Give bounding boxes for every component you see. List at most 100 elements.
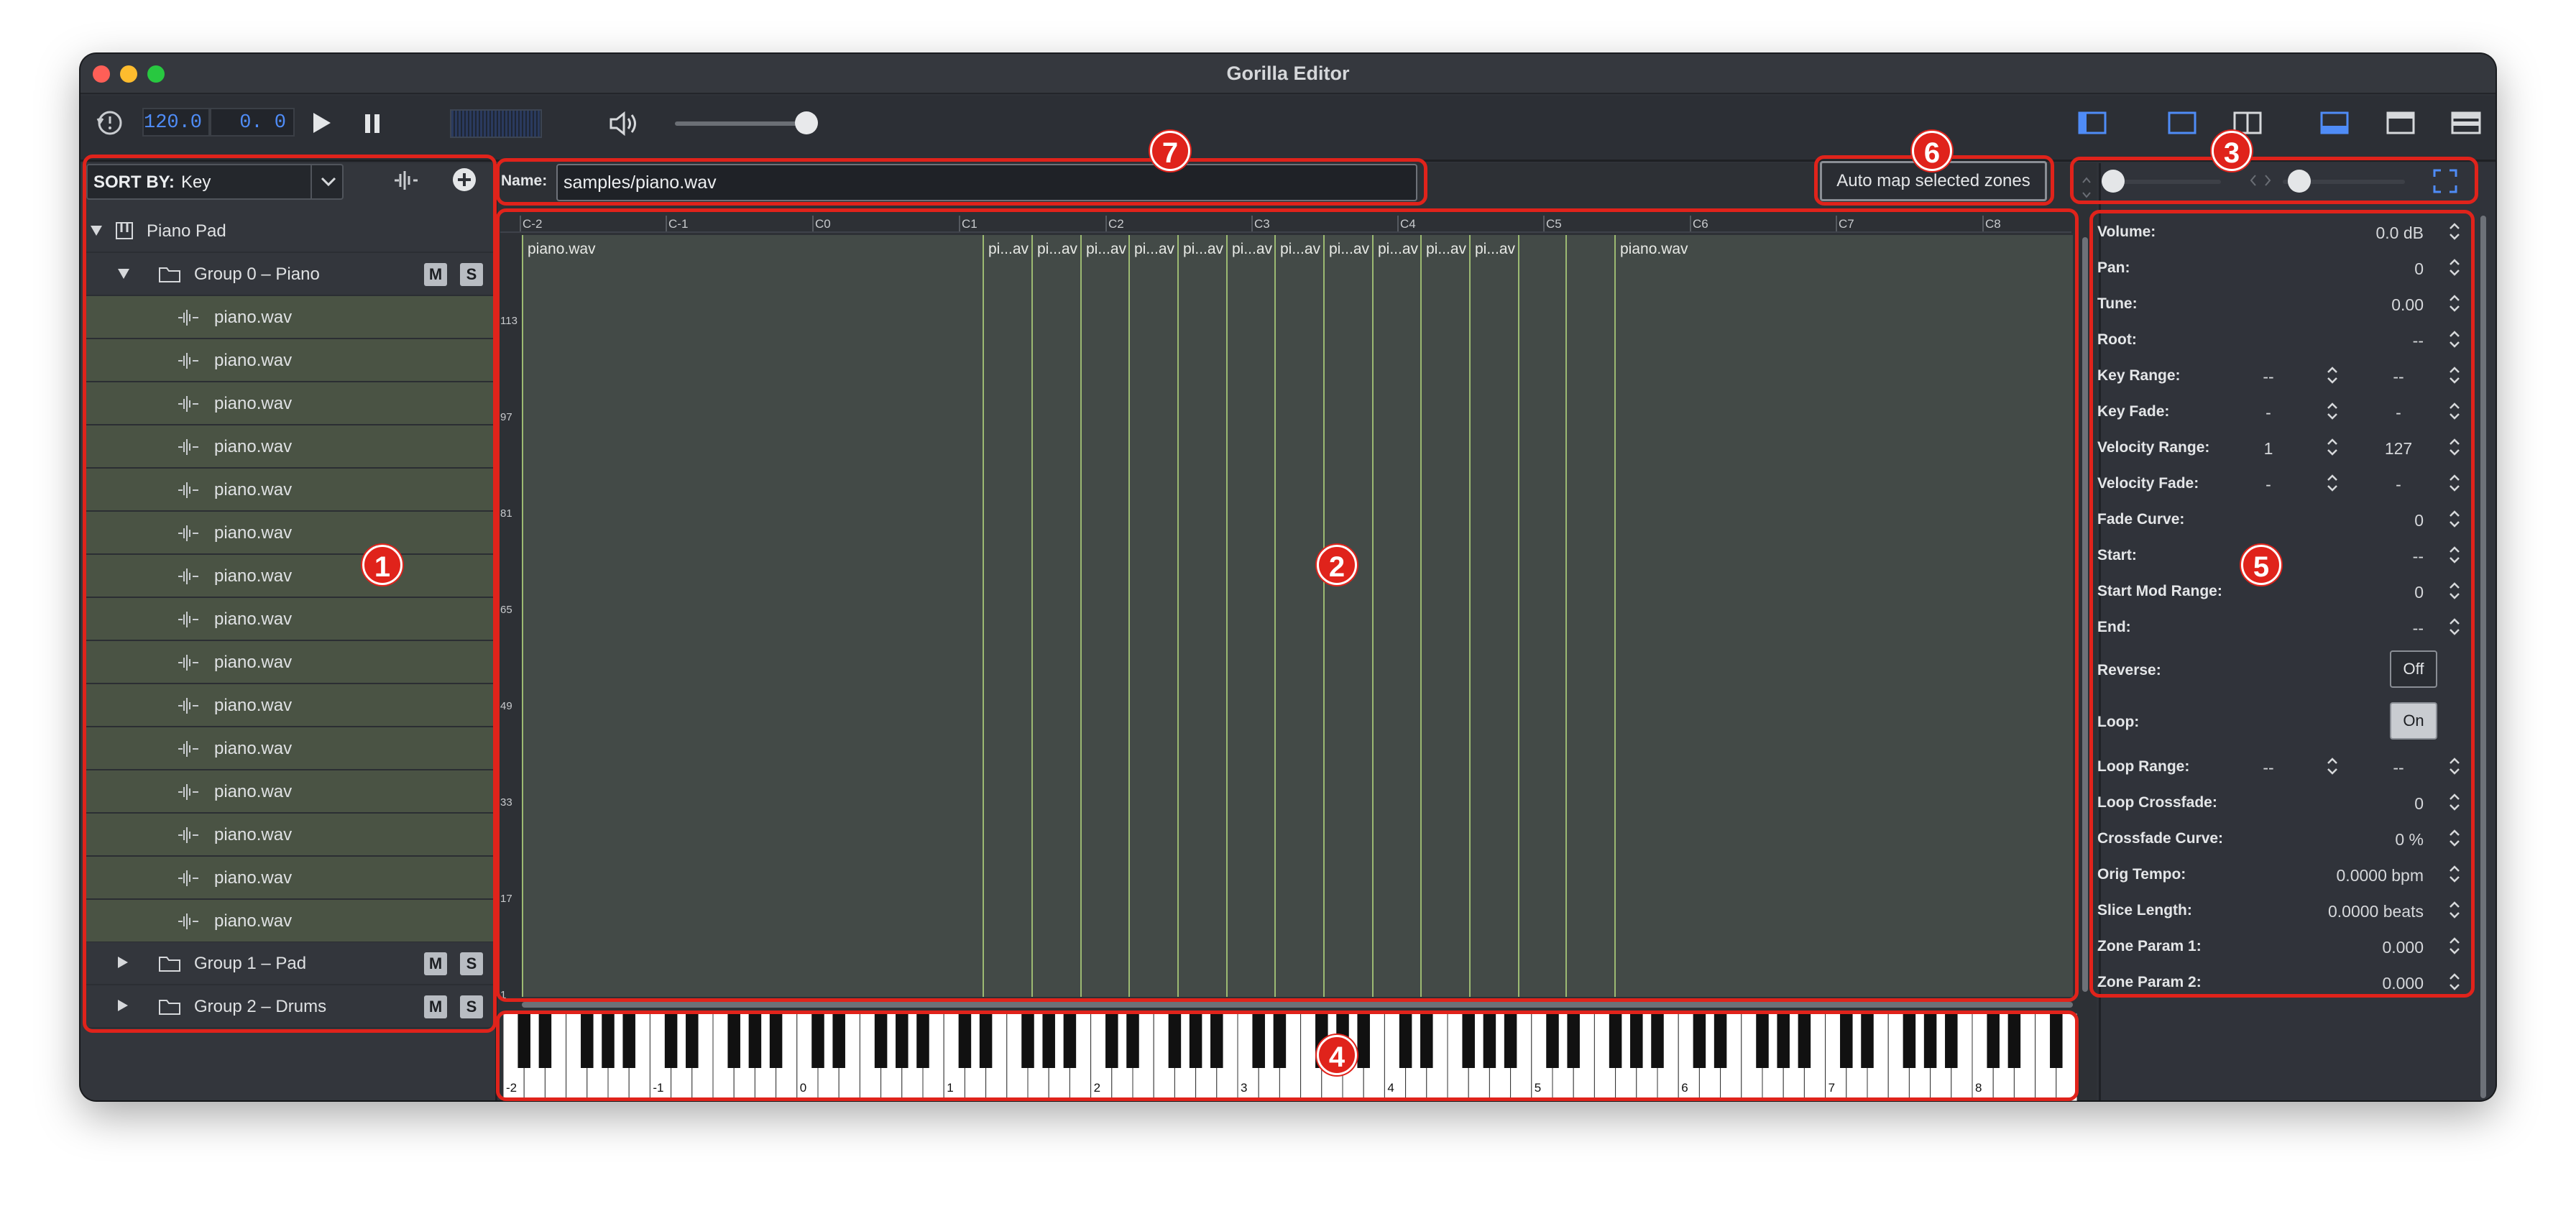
vertical-zoom-thumb[interactable] — [2102, 170, 2125, 193]
stepper-icon[interactable] — [2448, 580, 2461, 602]
stepper-icon[interactable] — [2448, 755, 2461, 777]
zone[interactable]: pi...av — [1226, 235, 1274, 997]
black-key[interactable] — [1567, 1013, 1580, 1068]
disclosure-closed-icon[interactable] — [116, 955, 129, 973]
stepper-icon[interactable] — [2448, 863, 2461, 885]
stepper-icon[interactable] — [2448, 257, 2461, 278]
volume-slider-thumb[interactable] — [795, 111, 818, 134]
black-key[interactable] — [664, 1013, 678, 1068]
prop-value-start-mod-range[interactable]: 0 — [2300, 583, 2424, 602]
black-key[interactable] — [1630, 1013, 1643, 1068]
stacked-view-icon[interactable] — [2451, 111, 2481, 138]
black-key[interactable] — [1105, 1013, 1118, 1068]
mute-button[interactable]: M — [424, 263, 447, 286]
zone[interactable]: pi...av — [1031, 235, 1080, 997]
prop-value-max[interactable]: -- — [2365, 367, 2432, 387]
black-key[interactable] — [1462, 1013, 1475, 1068]
black-key[interactable] — [1693, 1013, 1706, 1068]
black-key[interactable] — [1840, 1013, 1853, 1068]
black-key[interactable] — [916, 1013, 929, 1068]
history-icon[interactable] — [96, 109, 124, 141]
black-key[interactable] — [1945, 1013, 1958, 1068]
black-key[interactable] — [1126, 1013, 1139, 1068]
black-key[interactable] — [1777, 1013, 1790, 1068]
sample-row[interactable]: piano.wav — [85, 339, 494, 382]
speaker-icon[interactable] — [608, 111, 641, 140]
disclosure-closed-icon[interactable] — [116, 998, 129, 1016]
stepper-icon[interactable] — [2448, 935, 2461, 957]
zone[interactable]: pi...av — [1128, 235, 1177, 997]
black-key[interactable] — [1420, 1013, 1433, 1068]
sample-row[interactable]: piano.wav — [85, 469, 494, 512]
black-key[interactable] — [748, 1013, 762, 1068]
stepper-icon[interactable] — [2448, 436, 2461, 458]
black-key[interactable] — [1504, 1013, 1517, 1068]
tempo-field[interactable]: 120.0 — [142, 108, 210, 137]
solo-button[interactable]: S — [460, 263, 483, 286]
black-key[interactable] — [581, 1013, 594, 1068]
black-key[interactable] — [1042, 1013, 1055, 1068]
sample-row[interactable]: piano.wav — [85, 425, 494, 469]
sample-row[interactable]: piano.wav — [85, 770, 494, 814]
zone[interactable]: pi...av — [1469, 235, 1518, 997]
prop-value-root[interactable]: -- — [2300, 331, 2424, 351]
stepper-icon[interactable] — [2326, 472, 2339, 494]
sort-dropdown[interactable]: SORT BY: Key — [86, 164, 344, 200]
pause-icon[interactable] — [363, 113, 382, 138]
stepper-icon[interactable] — [2448, 328, 2461, 350]
piano-keys[interactable] — [503, 1013, 2077, 1101]
prop-value-tune[interactable]: 0.00 — [2300, 295, 2424, 315]
zone[interactable]: pi...av — [1372, 235, 1420, 997]
stepper-icon[interactable] — [2448, 364, 2461, 386]
prop-value-max[interactable]: -- — [2365, 758, 2432, 778]
black-key[interactable] — [874, 1013, 888, 1068]
position-field[interactable]: 0. 0 — [210, 108, 295, 137]
group-row-1[interactable]: Group 1 – Pad M S — [85, 942, 494, 985]
stepper-icon[interactable] — [2326, 436, 2339, 458]
single-view-icon[interactable] — [2168, 111, 2196, 138]
prop-value-pan[interactable]: 0 — [2300, 259, 2424, 279]
black-key[interactable] — [1651, 1013, 1664, 1068]
black-key[interactable] — [1063, 1013, 1077, 1068]
black-key[interactable] — [1357, 1013, 1370, 1068]
zone[interactable]: pi...av — [1323, 235, 1372, 997]
black-key[interactable] — [1609, 1013, 1622, 1068]
black-key[interactable] — [1987, 1013, 2000, 1068]
stepper-icon[interactable] — [2326, 755, 2339, 777]
black-key[interactable] — [518, 1013, 530, 1068]
sample-row[interactable]: piano.wav — [85, 684, 494, 727]
black-key[interactable] — [2050, 1013, 2063, 1068]
sample-row[interactable]: piano.wav — [85, 900, 494, 943]
mute-button[interactable]: M — [424, 995, 447, 1018]
stepper-icon[interactable] — [2448, 472, 2461, 494]
black-key[interactable] — [1903, 1013, 1916, 1068]
disclosure-open-icon[interactable] — [89, 224, 104, 241]
solo-button[interactable]: S — [460, 952, 483, 975]
zone[interactable]: pi...av — [1080, 235, 1128, 997]
properties-scrollbar[interactable] — [2480, 216, 2486, 1098]
solo-button[interactable]: S — [460, 995, 483, 1018]
prop-value-slice-length[interactable]: 0.0000 beats — [2300, 902, 2424, 921]
stepper-icon[interactable] — [2448, 508, 2461, 530]
stepper-icon[interactable] — [2326, 400, 2339, 422]
black-key[interactable] — [1021, 1013, 1034, 1068]
prop-value-min[interactable]: 1 — [2235, 439, 2301, 459]
stepper-icon[interactable] — [2448, 616, 2461, 637]
black-key[interactable] — [958, 1013, 972, 1068]
sample-name-input[interactable] — [556, 164, 1417, 201]
zone-map-horizontal-scrollbar[interactable] — [522, 1002, 2073, 1008]
sample-row[interactable]: piano.wav — [85, 598, 494, 641]
zone[interactable]: pi...av — [1177, 235, 1226, 997]
left-panel-toggle-icon[interactable] — [2078, 111, 2107, 138]
top-panel-toggle-icon[interactable] — [2386, 111, 2415, 138]
black-key[interactable] — [727, 1013, 740, 1068]
prop-value-orig-tempo[interactable]: 0.0000 bpm — [2300, 866, 2424, 885]
prop-value-min[interactable]: - — [2235, 475, 2301, 494]
black-key[interactable] — [1756, 1013, 1769, 1068]
zone[interactable]: pi...av — [1420, 235, 1469, 997]
bottom-panel-toggle-icon[interactable] — [2320, 111, 2349, 138]
zone[interactable] — [1565, 235, 1614, 997]
black-key[interactable] — [1798, 1013, 1811, 1068]
stepper-icon[interactable] — [2448, 221, 2461, 242]
zone[interactable]: pi...av — [1274, 235, 1323, 997]
